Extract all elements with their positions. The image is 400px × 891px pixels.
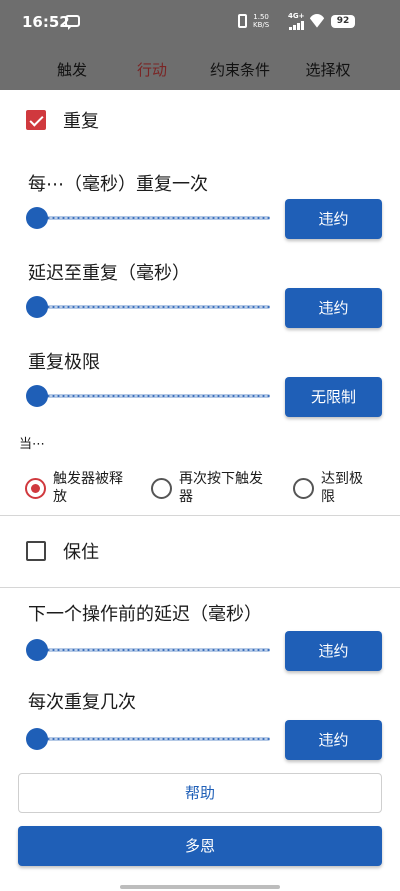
message-icon [65, 15, 80, 30]
radio-label: 触发器被释 放 [53, 470, 123, 506]
vibrate-icon [238, 14, 247, 28]
stop-when-label: 当⋯ [19, 437, 46, 452]
radio-label-line: 触发器被释 [53, 471, 123, 487]
home-indicator[interactable] [120, 885, 280, 889]
divider [0, 515, 400, 516]
repeat-limit-slider[interactable] [26, 384, 270, 408]
repeat-delay-label: 延迟至重复（毫秒） [28, 263, 190, 284]
slider-track [36, 216, 270, 220]
radio-option-trigger-pressed-again[interactable]: 再次按下触发 器 [151, 470, 281, 510]
wifi-icon [309, 14, 325, 28]
status-bar: 16:52 1.50 KB/S 4G+ 92 [0, 0, 400, 44]
next-action-delay-label: 下一个操作前的延迟（毫秒） [28, 604, 262, 625]
repeat-count-default-button[interactable]: 违约 [285, 720, 382, 760]
slider-thumb[interactable] [26, 639, 48, 661]
slider-thumb[interactable] [26, 728, 48, 750]
repeat-count-slider[interactable] [26, 727, 270, 751]
repeat-interval-label: 每⋯（毫秒）重复一次 [28, 174, 208, 195]
next-action-delay-default-button[interactable]: 违约 [285, 631, 382, 671]
done-button[interactable]: 多恩 [18, 826, 382, 866]
radio-label-line: 限 [321, 489, 335, 505]
net-speed: 1.50 KB/S [253, 13, 269, 29]
repeat-limit-label: 重复极限 [28, 352, 100, 373]
tab-bar: 触发 行动 约束条件 选择权 [0, 50, 400, 90]
slider-track [36, 305, 270, 309]
net-speed-unit: KB/S [253, 21, 270, 29]
action-settings-sheet: 重复 每⋯（毫秒）重复一次 违约 延迟至重复（毫秒） 违约 重复极限 无限制 当… [0, 90, 400, 891]
app-header: 16:52 1.50 KB/S 4G+ 92 触发 行动 约束条件 选择权 [0, 0, 400, 90]
tab-action[interactable]: 行动 [130, 58, 174, 82]
hold-label: 保住 [63, 542, 99, 563]
repeat-label: 重复 [63, 111, 99, 132]
radio-label: 再次按下触发 器 [179, 470, 263, 506]
radio-label: 达到极 限 [321, 470, 363, 506]
repeat-interval-slider[interactable] [26, 206, 270, 230]
divider [0, 587, 400, 588]
repeat-limit-unlimited-button[interactable]: 无限制 [285, 377, 382, 417]
radio-label-line: 再次按下触发 [179, 471, 263, 487]
next-action-delay-slider[interactable] [26, 638, 270, 662]
battery-icon: 92 [331, 15, 355, 28]
status-time: 16:52 [22, 13, 70, 31]
hold-checkbox[interactable] [26, 541, 46, 561]
repeat-delay-slider[interactable] [26, 295, 270, 319]
hold-checkbox-row[interactable]: 保住 [0, 521, 400, 585]
tab-constraints[interactable]: 约束条件 [200, 58, 280, 82]
slider-thumb[interactable] [26, 385, 48, 407]
repeat-delay-default-button[interactable]: 违约 [285, 288, 382, 328]
repeat-interval-default-button[interactable]: 违约 [285, 199, 382, 239]
radio-button[interactable] [25, 478, 46, 499]
repeat-checkbox-row[interactable]: 重复 [0, 90, 400, 154]
slider-track [36, 648, 270, 652]
radio-label-line: 放 [53, 489, 67, 505]
radio-option-limit-reached[interactable]: 达到极 限 [293, 470, 393, 510]
signal-icon [289, 21, 305, 30]
repeat-count-label: 每次重复几次 [28, 692, 136, 713]
slider-track [36, 394, 270, 398]
slider-thumb[interactable] [26, 207, 48, 229]
net-speed-value: 1.50 [253, 13, 269, 21]
tab-options[interactable]: 选择权 [298, 58, 358, 82]
radio-button[interactable] [151, 478, 172, 499]
radio-label-line: 器 [179, 489, 193, 505]
radio-button[interactable] [293, 478, 314, 499]
radio-label-line: 达到极 [321, 471, 363, 487]
radio-option-trigger-released[interactable]: 触发器被释 放 [25, 470, 155, 510]
repeat-checkbox[interactable] [26, 110, 46, 130]
signal-label: 4G+ [288, 12, 305, 20]
tab-trigger[interactable]: 触发 [50, 58, 94, 82]
help-button[interactable]: 帮助 [18, 773, 382, 813]
slider-track [36, 737, 270, 741]
slider-thumb[interactable] [26, 296, 48, 318]
